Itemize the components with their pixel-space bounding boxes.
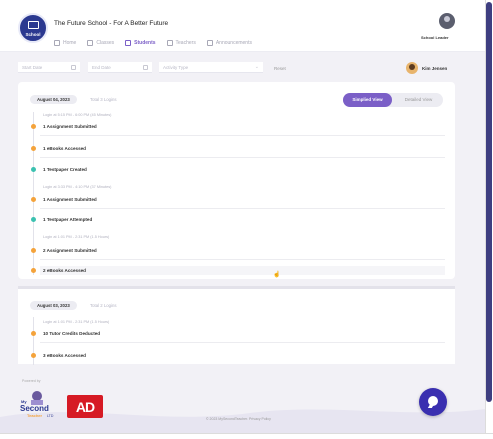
- activity-dot: [31, 167, 36, 172]
- chevron-down-icon: ⌄: [254, 64, 259, 70]
- activity-dot: [31, 197, 36, 202]
- chat-button[interactable]: [419, 388, 447, 416]
- user-role: School Leader: [421, 35, 449, 40]
- copyright-text[interactable]: © 2023 MySecondTeacher. Privacy Policy: [206, 417, 271, 421]
- day-card: August 04, 2023 Total 3 Logins Simplied …: [18, 82, 455, 279]
- top-header: School The Future School - For A Better …: [0, 0, 485, 52]
- date-pill: August 04, 2023: [30, 95, 77, 104]
- nav-students[interactable]: Students: [125, 40, 156, 46]
- session-label: Login at 3:33 PM - 4:10 PM (37 Minutes): [43, 185, 112, 189]
- nav-home-label: Home: [63, 40, 77, 46]
- activity-type-select[interactable]: Activity Type ⌄: [159, 62, 263, 73]
- day-card: August 03, 2023 Total 2 Logins Login at …: [18, 286, 455, 365]
- app-frame: School The Future School - For A Better …: [0, 0, 485, 433]
- divider: [40, 135, 445, 136]
- divider: [40, 208, 445, 209]
- nav-classes[interactable]: Classes: [87, 40, 114, 46]
- login-count: Total 3 Logins: [90, 97, 117, 102]
- window-bottom-edge: [0, 433, 493, 439]
- partner-logo-text: AD: [75, 398, 95, 415]
- activity-dot: [31, 146, 36, 151]
- student-name: Kim Jensen: [422, 66, 448, 71]
- book-icon: [28, 21, 39, 29]
- brand-line3: Teacher: [27, 413, 42, 418]
- nav-announcements-label: Announcements: [215, 40, 252, 46]
- activity-item: 2 eBooks Accessed: [43, 268, 86, 273]
- activity-item: 3 eBooks Accessed: [43, 353, 86, 358]
- nav-students-label: Students: [134, 40, 156, 46]
- activity-dot: [31, 217, 36, 222]
- main-nav: Home Classes Students Teachers Announcem…: [54, 40, 252, 46]
- activity-item: 1 Assignment Submitted: [43, 197, 97, 202]
- classes-icon: [87, 40, 94, 46]
- view-toggle: Simplied View Detailed View: [343, 93, 443, 107]
- nav-classes-label: Classes: [96, 40, 115, 46]
- student-avatar: [406, 62, 418, 74]
- school-name: The Future School - For A Better Future: [54, 20, 169, 27]
- activity-type-placeholder: Activity Type: [163, 65, 189, 70]
- brand-line4: LTD: [47, 414, 54, 418]
- megaphone-icon: [206, 40, 213, 46]
- brand-line2: Second: [20, 404, 49, 413]
- nav-teachers[interactable]: Teachers: [166, 40, 196, 46]
- activity-dot: [31, 331, 36, 336]
- hand-cursor-icon: ☝: [273, 272, 281, 278]
- start-date-placeholder: Start Date: [22, 65, 43, 70]
- school-logo[interactable]: School: [18, 13, 48, 43]
- activity-item: 1 eBooks Accessed: [43, 146, 86, 151]
- detailed-view-button[interactable]: Detailed View: [394, 93, 443, 107]
- partner-logo[interactable]: AD: [67, 395, 103, 418]
- home-icon: [54, 40, 60, 46]
- school-logo-text: School: [25, 32, 41, 37]
- filter-bar: Start Date End Date Activity Type ⌄ Rese…: [0, 57, 485, 79]
- reset-button[interactable]: Reset: [274, 66, 286, 71]
- end-date-placeholder: End Date: [92, 65, 111, 70]
- students-icon: [125, 40, 132, 46]
- powered-by-label: Powered by: [22, 379, 41, 383]
- simplified-view-button[interactable]: Simplied View: [343, 93, 392, 107]
- mysecondteacher-logo[interactable]: My Second Teacher LTD: [19, 389, 59, 419]
- divider: [40, 342, 445, 343]
- session-label: Login at 1:01 PM - 2:31 PM (1.5 Hours): [43, 320, 110, 324]
- teachers-icon: [166, 40, 173, 46]
- login-count: Total 2 Logins: [90, 303, 117, 308]
- activity-item: 2 Assignment Submitted: [43, 248, 97, 253]
- chat-bubble-icon: [428, 396, 438, 406]
- divider: [40, 259, 445, 260]
- scrollbar-thumb[interactable]: [486, 2, 492, 402]
- activity-dot: [31, 248, 36, 253]
- session-label: Login at 1:01 PM - 2:31 PM (1.5 Hours): [43, 235, 110, 239]
- nav-home[interactable]: Home: [54, 40, 76, 46]
- nav-teachers-label: Teachers: [175, 40, 196, 46]
- activity-dot: [31, 124, 36, 129]
- activity-item: 1 Assignment Submitted: [43, 124, 97, 129]
- calendar-icon: [143, 65, 148, 70]
- start-date-field[interactable]: Start Date: [18, 62, 80, 73]
- nav-announcements[interactable]: Announcements: [206, 40, 252, 46]
- end-date-field[interactable]: End Date: [88, 62, 152, 73]
- user-avatar[interactable]: [439, 13, 455, 29]
- activity-dot: [31, 268, 36, 273]
- session-label: Login at 5:15 PM - 6:00 PM (45 Minutes): [43, 113, 112, 117]
- activity-item: 1 Testpaper Attempted: [43, 217, 93, 222]
- activity-dot: [31, 353, 36, 358]
- date-pill: August 03, 2023: [30, 301, 77, 310]
- activity-item: 1 Testpaper Created: [43, 167, 87, 172]
- hovered-row[interactable]: [40, 266, 445, 275]
- calendar-icon: [71, 65, 76, 70]
- divider: [40, 157, 445, 158]
- activity-item: 10 Tutor Credits Deducted: [43, 331, 101, 336]
